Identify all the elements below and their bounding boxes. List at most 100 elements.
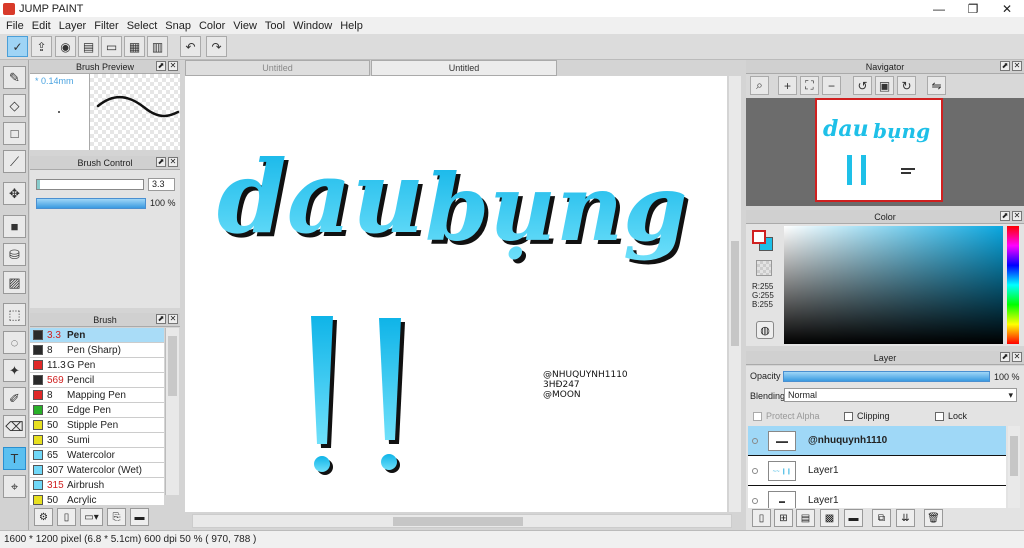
layer-list-scrollbar[interactable]: [1008, 426, 1020, 508]
tab-untitled-2[interactable]: Untitled: [371, 60, 557, 76]
flip-icon[interactable]: ⇋: [927, 76, 946, 95]
close-panel-icon[interactable]: ✕: [168, 61, 178, 71]
new-brush-icon[interactable]: ▯: [57, 508, 76, 526]
brush-tool-icon[interactable]: ✎: [3, 66, 26, 89]
undock-icon[interactable]: ⬈: [156, 314, 166, 324]
brush-item[interactable]: 50 Stipple Pen: [30, 418, 164, 433]
edit-list-icon[interactable]: ▥: [147, 36, 168, 57]
brush-folder-icon[interactable]: ▬: [130, 508, 149, 526]
blending-select[interactable]: Normal ▾: [784, 388, 1017, 402]
lock-option[interactable]: Lock: [935, 411, 967, 421]
menu-edit[interactable]: Edit: [28, 20, 55, 32]
new-raster-layer-icon[interactable]: ⊞: [774, 509, 793, 527]
bucket-tool-icon[interactable]: ⛁: [3, 243, 26, 266]
lock-checkbox[interactable]: [935, 411, 944, 421]
undo-icon[interactable]: ↶: [180, 36, 201, 57]
undock-icon[interactable]: ⬈: [156, 61, 166, 71]
brush-item[interactable]: 8 Mapping Pen: [30, 388, 164, 403]
gradient-tool-icon[interactable]: ▨: [3, 271, 26, 294]
close-panel-icon[interactable]: ✕: [1012, 352, 1022, 362]
menu-layer[interactable]: Layer: [55, 20, 91, 32]
close-panel-icon[interactable]: ✕: [168, 157, 178, 167]
maximize-button[interactable]: ❐: [956, 0, 990, 17]
canvas[interactable]: dau dau bụng bụng @NHUQUYNH1110 3HĐ247 @…: [185, 76, 727, 512]
close-panel-icon[interactable]: ✕: [1012, 61, 1022, 71]
brush-size-input[interactable]: 3.3: [148, 178, 175, 191]
visibility-icon[interactable]: [752, 467, 758, 474]
brush-copy-icon[interactable]: ⎘: [107, 508, 126, 526]
select-eraser-tool-icon[interactable]: ⌫: [3, 415, 26, 438]
speech-bubble-icon[interactable]: ◉: [55, 36, 76, 57]
rotate-right-icon[interactable]: ↻: [897, 76, 916, 95]
minimize-button[interactable]: —: [922, 0, 956, 17]
undock-icon[interactable]: ⬈: [1000, 211, 1010, 221]
visibility-icon[interactable]: [752, 497, 758, 504]
menu-select[interactable]: Select: [123, 20, 162, 32]
new-layer-icon[interactable]: ▯: [752, 509, 771, 527]
eraser-tool-icon[interactable]: ◇: [3, 94, 26, 117]
eyedropper-tool-icon[interactable]: ⌖: [3, 475, 26, 498]
brush-menu-icon[interactable]: ▭▾: [80, 508, 103, 526]
new-folder-icon[interactable]: ▬: [844, 509, 863, 527]
layer-opacity-slider[interactable]: [783, 371, 990, 382]
page-list-icon[interactable]: ▦: [124, 36, 145, 57]
menu-file[interactable]: File: [2, 20, 28, 32]
text-tool-icon[interactable]: T: [3, 447, 26, 470]
close-panel-icon[interactable]: ✕: [1012, 211, 1022, 221]
tab-untitled-1[interactable]: Untitled: [185, 60, 370, 76]
duplicate-layer-icon[interactable]: ⧉: [872, 509, 891, 527]
menu-snap[interactable]: Snap: [161, 20, 195, 32]
hue-slider[interactable]: [1007, 226, 1019, 344]
brush-opacity-slider[interactable]: [36, 198, 146, 209]
fit-icon[interactable]: ⛶: [800, 76, 819, 95]
protect-alpha-checkbox[interactable]: [753, 411, 762, 421]
foreground-color-swatch[interactable]: [752, 230, 766, 244]
zoom-in-icon[interactable]: +: [778, 76, 797, 95]
close-button[interactable]: ✕: [990, 0, 1024, 17]
rectangle-tool-icon[interactable]: □: [3, 122, 26, 145]
saturation-value-picker[interactable]: [784, 226, 1003, 344]
menu-filter[interactable]: Filter: [90, 20, 122, 32]
move-tool-icon[interactable]: ✥: [3, 182, 26, 205]
redo-icon[interactable]: ↷: [206, 36, 227, 57]
menu-view[interactable]: View: [229, 20, 261, 32]
magic-wand-tool-icon[interactable]: ✦: [3, 359, 26, 382]
merge-layer-icon[interactable]: ⇊: [896, 509, 915, 527]
canvas-horizontal-scrollbar[interactable]: [192, 514, 732, 528]
lasso-tool-icon[interactable]: ◌: [3, 331, 26, 354]
reset-view-icon[interactable]: ▣: [875, 76, 894, 95]
brush-item[interactable]: 65 Watercolor: [30, 448, 164, 463]
navigator-thumbnail[interactable]: dau bụng: [815, 98, 943, 202]
fill-rect-tool-icon[interactable]: ■: [3, 215, 26, 238]
brush-item[interactable]: 3.3 Pen: [30, 328, 164, 343]
rotate-left-icon[interactable]: ↺: [853, 76, 872, 95]
brush-item[interactable]: 50 Acrylic: [30, 493, 164, 505]
delete-layer-icon[interactable]: 🗑: [924, 509, 943, 527]
zoom-search-icon[interactable]: ⌕: [750, 76, 769, 95]
clipping-option[interactable]: Clipping: [844, 411, 890, 421]
brush-item[interactable]: 8 Pen (Sharp): [30, 343, 164, 358]
palette-icon[interactable]: ◍: [756, 321, 774, 339]
undock-icon[interactable]: ⬈: [156, 157, 166, 167]
new-tone-layer-icon[interactable]: ▩: [820, 509, 839, 527]
layer-row[interactable]: ~~ ❙❙ Layer1: [748, 456, 1006, 486]
undock-icon[interactable]: ⬈: [1000, 61, 1010, 71]
brush-size-slider[interactable]: [36, 179, 144, 190]
brush-list-scrollbar[interactable]: [165, 328, 179, 495]
brush-settings-icon[interactable]: ⚙: [34, 508, 53, 526]
new-text-layer-icon[interactable]: ▤: [796, 509, 815, 527]
undock-icon[interactable]: ⬈: [1000, 352, 1010, 362]
check-icon[interactable]: ✓: [7, 36, 28, 57]
brush-item[interactable]: 20 Edge Pen: [30, 403, 164, 418]
menu-color[interactable]: Color: [195, 20, 229, 32]
brush-item[interactable]: 307 Watercolor (Wet): [30, 463, 164, 478]
zoom-out-icon[interactable]: −: [822, 76, 841, 95]
brush-item[interactable]: 11.3 G Pen: [30, 358, 164, 373]
menu-tool[interactable]: Tool: [261, 20, 289, 32]
transparent-color-swatch[interactable]: [756, 260, 772, 276]
menu-help[interactable]: Help: [336, 20, 367, 32]
menu-window[interactable]: Window: [289, 20, 336, 32]
brush-item[interactable]: 315 Airbrush: [30, 478, 164, 493]
export-icon[interactable]: ⇪: [31, 36, 52, 57]
protect-alpha-option[interactable]: Protect Alpha: [753, 411, 820, 421]
